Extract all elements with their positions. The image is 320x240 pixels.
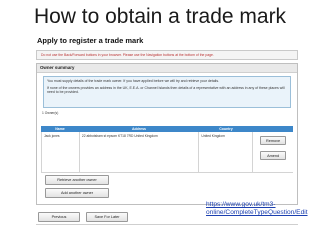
url-line-1: https://www.gov.uk/tm3- <box>206 201 276 208</box>
info-box: You must supply details of the trade mar… <box>43 76 291 108</box>
retrieve-another-owner-button[interactable]: Retrieve another owner <box>45 175 109 185</box>
url-line-2: online/CompleteTypeQuestion/Edit <box>206 209 308 217</box>
row-actions: Remove Amend <box>253 132 293 172</box>
owner-country-cell: United Kingdom <box>199 132 254 172</box>
save-for-later-button[interactable]: Save For Later <box>86 212 128 222</box>
owner-summary-panel: Owner summary You must supply details of… <box>36 63 298 205</box>
table-row: Jack jones 22 abbotsham st epsom KT18 7R… <box>41 132 293 173</box>
info-text-owner: You must supply details of the trade mar… <box>47 79 220 83</box>
owner-name-cell: Jack jones <box>42 132 80 172</box>
add-another-owner-button[interactable]: Add another owner <box>45 188 109 198</box>
owners-table: Name Address Country Jack jones 22 abbot… <box>41 126 293 173</box>
remove-button[interactable]: Remove <box>260 136 287 145</box>
info-text-representative: If none of the owners provides an addres… <box>47 85 285 95</box>
owners-count: 1 Owner(s) <box>42 111 59 115</box>
amend-button[interactable]: Amend <box>260 151 287 160</box>
owner-address-cell: 22 abbotsham st epsom KT18 7RD United Ki… <box>80 132 200 172</box>
source-url-link[interactable]: https://www.gov.uk/tm3- online/CompleteT… <box>206 201 318 217</box>
slide-title: How to obtain a trade mark <box>33 5 287 28</box>
previous-button[interactable]: Previous <box>38 212 80 222</box>
panel-title: Owner summary <box>37 64 297 73</box>
page-heading: Apply to register a trade mark <box>37 36 144 45</box>
screenshot-frame: Apply to register a trade mark Do not us… <box>36 32 298 225</box>
navigation-warning: Do not use the Back/Forward buttons in y… <box>36 50 298 60</box>
